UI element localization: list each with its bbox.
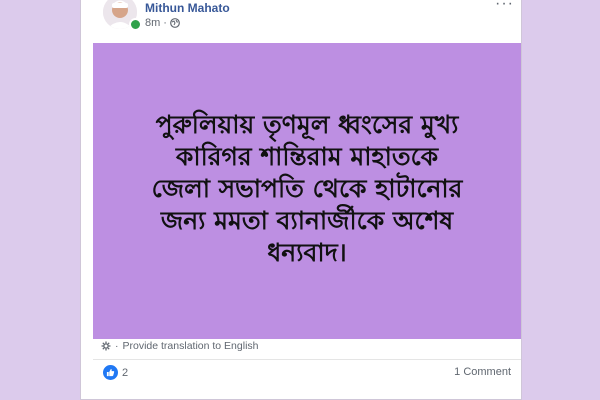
like-icon [103, 365, 118, 380]
post-background: পুরুলিয়ায় তৃণমূল ধ্বংসের মুখ্য কারিগর … [93, 43, 521, 339]
post-text: পুরুলিয়ায় তৃণমূল ধ্বংসের মুখ্য কারিগর … [107, 109, 507, 269]
divider [93, 359, 521, 360]
post-text-line: জন্য মমতা ব্যানার্জীকে অশেষ [160, 206, 454, 235]
post-timestamp[interactable]: 8m [145, 17, 160, 29]
gear-icon [101, 341, 111, 351]
meta-separator: · [163, 17, 167, 29]
reaction-summary[interactable]: 2 [103, 365, 128, 380]
post-text-line: কারিগর শান্তিরাম মাহাতকে [175, 142, 439, 171]
more-options-button[interactable]: ··· [495, 0, 514, 13]
comment-count-link[interactable]: 1 Comment [454, 366, 511, 378]
post-author[interactable]: Mithun Mahato [145, 1, 230, 15]
post-meta: 8m · [145, 17, 180, 29]
translate-row: · Provide translation to English [101, 340, 259, 352]
online-status-icon [129, 18, 142, 31]
post-card: Mithun Mahato 8m · ··· পুরুলিয়ায় তৃণমূ… [80, 0, 522, 400]
reaction-count: 2 [122, 366, 129, 379]
translate-separator: · [115, 340, 119, 352]
post-text-line: পুরুলিয়ায় তৃণমূল ধ্বংসের মুখ্য [155, 110, 459, 139]
translate-link[interactable]: Provide translation to English [123, 340, 259, 352]
post-text-line: জেলা সভাপতি থেকে হাটানোর [151, 174, 463, 203]
post-text-line: ধন্যবাদ। [267, 238, 347, 267]
post-header: Mithun Mahato 8m · ··· [81, 0, 521, 41]
globe-icon [170, 18, 180, 28]
